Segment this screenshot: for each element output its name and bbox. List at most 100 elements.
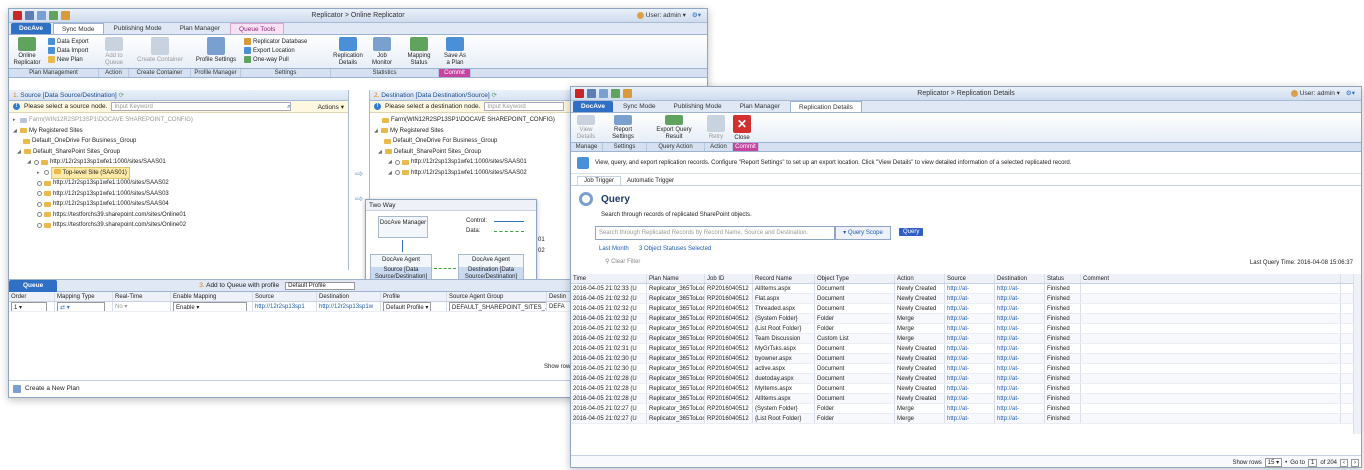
col-destination[interactable]: Destination [995,274,1045,283]
tab-docave[interactable]: DocAve [11,23,51,34]
report-settings-button[interactable]: Report Settings [601,113,645,142]
enable-mapping-select[interactable]: Enable ▾ [171,302,253,311]
prev-page-button[interactable]: ‹ [1340,458,1348,467]
retry-button[interactable]: Retry [703,113,729,142]
help-icon[interactable]: ⚙▾ [1346,89,1355,97]
table-row[interactable]: 2016-04-05 21:02:32 (U Replicator_365ToLo… [571,294,1361,304]
tab-publishing-mode[interactable]: Publishing Mode [106,23,170,34]
col-enable-mapping[interactable]: Enable Mapping [171,292,253,301]
mapping-status-button[interactable]: Mapping Status [399,35,439,68]
actions-menu[interactable]: Actions ▾ [318,103,344,111]
data-export-button[interactable]: Data Export [48,38,96,45]
table-row[interactable]: 2016-04-05 21:02:30 (U Replicator_365ToLo… [571,364,1361,374]
table-row[interactable]: 2016-04-05 21:02:32 (U Replicator_365ToLo… [571,334,1361,344]
radio-icon[interactable] [34,159,39,165]
col-comment[interactable]: Comment [1081,274,1341,283]
table-row[interactable]: 2016-04-05 21:02:33 (U Replicator_365ToLo… [571,284,1361,294]
tools-icon[interactable] [25,11,34,20]
tab-docave[interactable]: DocAve [573,101,613,112]
online-replicator-button[interactable]: Online Replicator [9,35,45,68]
destination-cell[interactable]: http://12r2sp13sp1w [317,302,381,311]
data-import-button[interactable]: Data Import [48,47,96,54]
table-row[interactable]: 2016-04-05 21:02:30 (U Replicator_365ToLo… [571,354,1361,364]
tab-publishing-mode[interactable]: Publishing Mode [666,101,730,112]
tab-automatic-trigger[interactable]: Automatic Trigger [621,177,680,185]
tab-replication-details[interactable]: Replication Details [790,101,862,112]
col-plan-name[interactable]: Plan Name [647,274,705,283]
radio-icon[interactable] [37,191,42,197]
col-real-time[interactable]: Real-Time [113,292,171,301]
create-new-plan-link[interactable]: Create a New Plan [25,385,80,392]
query-search-input[interactable]: Search through Replicated Records by Rec… [595,226,835,240]
search-icon[interactable]: ⌕ [287,103,290,110]
tab-queue-tools[interactable]: Queue Tools [230,23,285,34]
tree-node-selected[interactable]: ▸ Top-level Site (SAAS01) [13,166,344,179]
create-container-button[interactable]: Create Container [129,35,191,68]
col-source[interactable]: Source [253,292,317,301]
clear-filter-button[interactable]: ⚲ Clear Filter [605,258,640,265]
radio-icon[interactable] [395,170,400,176]
col-profile[interactable]: Profile [381,292,447,301]
new-plan-button[interactable]: New Plan [48,56,96,63]
table-row[interactable]: 2016-04-05 21:02:28 (U Replicator_365ToLo… [571,374,1361,384]
tree-node[interactable]: http://12r2sp13sp1wfe1:1000/sites/SAAS04 [13,199,344,210]
one-way-pull-button[interactable]: One-way Pull [244,56,328,63]
destination-keyword-input[interactable]: Input Keyword [484,102,565,111]
object-statuses-link[interactable]: 3 Object Statuses Selected [639,246,711,252]
col-job-id[interactable]: Job ID [705,274,753,283]
tree-node[interactable]: ◢ Default_SharePoint Sites_Group [13,147,344,158]
tree-node[interactable]: https://testforchs39.sharepoint.com/site… [13,220,344,231]
tree-node[interactable]: Default_OneDrive For Business_Group [13,136,344,147]
real-time-select[interactable]: No ▾ [113,302,171,311]
tab-plan-manager[interactable]: Plan Manager [172,23,228,34]
col-source-agent-group[interactable]: Source Agent Group [447,292,547,301]
tab-job-trigger[interactable]: Job Trigger [577,176,622,185]
queue-tab[interactable]: Queue [9,279,58,292]
source-cell[interactable]: http://12r2sp13sp1 [253,302,317,311]
job-monitor-button[interactable]: Job Monitor [365,35,399,68]
docave-logo-icon[interactable] [575,89,584,98]
radio-icon[interactable] [44,170,49,176]
col-action[interactable]: Action [895,274,945,283]
col-mapping-type[interactable]: Mapping Type [55,292,113,301]
order-select[interactable]: 1 ▾ [9,302,55,311]
chart-icon[interactable] [611,89,620,98]
table-row[interactable]: 2016-04-05 21:02:27 (U Replicator_365ToLo… [571,414,1361,424]
next-page-button[interactable]: › [1351,458,1359,467]
close-button[interactable]: ✕ Close [729,113,755,142]
tree-node[interactable]: http://12r2sp13sp1wfe1:1000/sites/SAAS02 [13,178,344,189]
table-row[interactable]: 2016-04-05 21:02:27 (U Replicator_365ToLo… [571,404,1361,414]
tree-node[interactable]: http://12r2sp13sp1wfe1:1000/sites/SAAS03 [13,189,344,200]
table-row[interactable]: 2016-04-05 21:02:28 (U Replicator_365ToLo… [571,384,1361,394]
tree-node[interactable]: ◢ My Registered Sites [13,126,344,137]
tree-node[interactable]: ▸ Farm(WIN12R2SP13SP1\DOCAVE SHAREPOINT_C… [13,115,344,126]
rows-per-page-select[interactable]: 15 ▾ [1264,458,1283,467]
page-input[interactable]: 1 [1307,458,1318,467]
radio-icon[interactable] [37,180,42,186]
query-scope-dropdown[interactable]: ▾ Query Scope [835,226,891,240]
mapping-type-select[interactable]: ⇄ ▾ [55,302,113,311]
last-month-link[interactable]: Last Month [599,246,629,252]
tools-icon[interactable] [587,89,596,98]
col-record-name[interactable]: Record Name [753,274,815,283]
grid-icon[interactable] [37,11,46,20]
source-agent-group-cell[interactable]: DEFAULT_SHAREPOINT_SITES_... [447,302,547,311]
save-as-plan-button[interactable]: Save As a Plan [439,35,471,68]
user-menu[interactable]: User: admin ▾ ⚙▾ [636,11,701,19]
replicator-database-button[interactable]: Replicator Database [244,38,328,45]
col-destination[interactable]: Destination [317,292,381,301]
radio-icon[interactable] [37,201,42,207]
add-to-queue-button[interactable]: Add to Queue [99,35,129,68]
radio-icon[interactable] [37,212,42,218]
tab-sync-mode[interactable]: Sync Mode [615,101,664,112]
user-menu[interactable]: User: admin ▾ ⚙▾ [1290,89,1355,97]
calendar-icon[interactable] [61,11,70,20]
grid-icon[interactable] [599,89,608,98]
query-button[interactable]: Query [899,228,924,236]
radio-icon[interactable] [37,222,42,228]
refresh-icon[interactable]: ⟳ [491,92,496,99]
table-row[interactable]: 2016-04-05 21:02:32 (U Replicator_365ToLo… [571,304,1361,314]
source-keyword-input[interactable]: Input Keyword ⌕ [111,102,292,111]
export-location-button[interactable]: Export Location [244,47,328,54]
chart-icon[interactable] [49,11,58,20]
